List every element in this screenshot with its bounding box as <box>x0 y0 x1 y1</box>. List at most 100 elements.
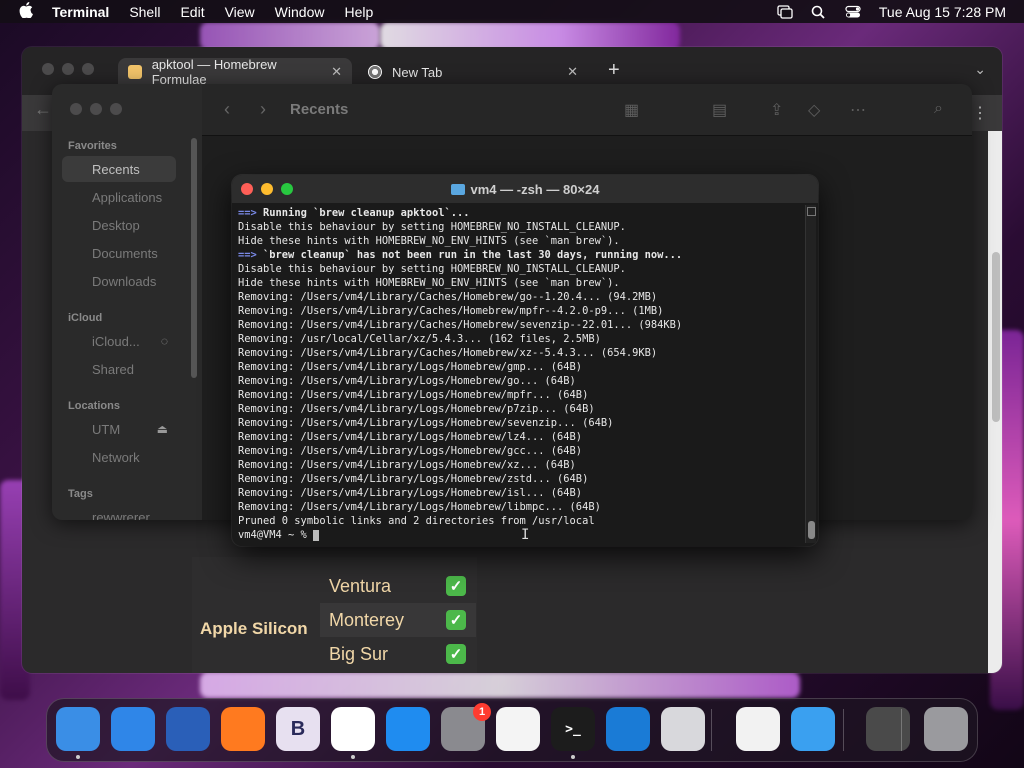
sidebar-scrollbar[interactable] <box>191 138 197 378</box>
system-settings-icon[interactable]: 1 <box>441 703 491 751</box>
close-tab-icon[interactable]: ✕ <box>331 64 342 80</box>
menu-clock[interactable]: Tue Aug 15 7:28 PM <box>879 4 1006 20</box>
apple-icon[interactable] <box>18 1 34 22</box>
terminal-line: Removing: /Users/vm4/Library/Logs/Homebr… <box>238 374 802 388</box>
terminal-line: Removing: /Users/vm4/Library/Logs/Homebr… <box>238 402 802 416</box>
share-icon[interactable]: ⇪ <box>770 100 783 120</box>
terminal-line-text: Disable this behaviour by setting HOMEBR… <box>238 263 626 275</box>
terminal-output[interactable]: ==> Running `brew cleanup apktool`... Dis… <box>238 206 802 542</box>
terminal-icon[interactable]: >_ <box>551 707 595 751</box>
action-menu-icon[interactable]: ⋯ <box>850 100 866 120</box>
minimize-button[interactable] <box>261 183 273 195</box>
app-store-icon[interactable] <box>386 707 430 751</box>
tab-apktool[interactable]: apktool — Homebrew Formulae ✕ <box>118 57 352 87</box>
sidebar-item-documents[interactable]: Documents <box>62 240 176 266</box>
terminal-line: Removing: /usr/local/Cellar/xz/5.4.3... … <box>238 332 802 346</box>
screen-mirroring-icon[interactable] <box>777 4 793 19</box>
view-grid-icon[interactable]: ▦ <box>624 100 639 120</box>
terminal-line-text: Removing: /Users/vm4/Library/Logs/Homebr… <box>238 375 576 387</box>
terminal-line: Removing: /Users/vm4/Library/Logs/Homebr… <box>238 430 802 444</box>
zoom-button[interactable] <box>110 103 122 115</box>
wallpaper-glow <box>200 22 380 50</box>
running-indicator <box>351 755 355 759</box>
search-icon[interactable]: ⌕ <box>934 100 943 118</box>
terminal-line-text: Removing: /Users/vm4/Library/Logs/Homebr… <box>238 417 614 429</box>
close-button[interactable] <box>70 103 82 115</box>
terminal-line-text: Removing: /Users/vm4/Library/Caches/Home… <box>238 319 683 331</box>
sidebar-item-recents[interactable]: Recents <box>62 156 176 182</box>
close-tab-icon[interactable]: ✕ <box>567 64 578 80</box>
utm-icon[interactable] <box>166 707 210 751</box>
terminal-line: Disable this behaviour by setting HOMEBR… <box>238 220 802 234</box>
scrollbar-thumb[interactable] <box>808 521 815 539</box>
firefox-icon[interactable] <box>221 707 265 751</box>
menu-window[interactable]: Window <box>275 4 325 20</box>
notification-badge: 1 <box>473 703 491 721</box>
vscode-icon[interactable] <box>606 707 650 751</box>
zoom-button[interactable] <box>281 183 293 195</box>
icloud-weather-icon[interactable] <box>791 707 835 751</box>
textedit-icon[interactable] <box>496 707 540 751</box>
terminal-title-bar[interactable]: vm4 — -zsh — 80×24 <box>232 175 818 203</box>
sidebar-item-label: Network <box>92 449 140 465</box>
shell-prompt[interactable]: vm4@VM4 ~ % <box>238 528 802 542</box>
terminal-line-text: Pruned 0 symbolic links and 2 directorie… <box>238 515 595 527</box>
terminal-scrollbar[interactable] <box>805 205 816 543</box>
minimize-button[interactable] <box>62 63 74 75</box>
control-center-icon[interactable] <box>845 5 861 19</box>
downloads-stack-icon[interactable] <box>866 707 910 751</box>
eject-icon[interactable]: ⏏ <box>157 422 168 436</box>
close-button[interactable] <box>241 183 253 195</box>
sidebar-item-desktop[interactable]: Desktop <box>62 212 176 238</box>
spotlight-search-icon[interactable] <box>811 5 827 19</box>
close-button[interactable] <box>42 63 54 75</box>
terminal-line: Hide these hints with HOMEBREW_NO_ENV_HI… <box>238 234 802 248</box>
forward-chevron-icon[interactable]: › <box>260 99 266 120</box>
more-menu-icon[interactable]: ⋮ <box>972 103 988 123</box>
sidebar-item-utm[interactable]: UTM ⏏ <box>62 416 176 442</box>
menu-shell[interactable]: Shell <box>129 4 160 20</box>
terminal-window-controls <box>241 183 293 195</box>
sidebar-item-icloud-drive[interactable]: iCloud... ◌ <box>62 328 176 354</box>
zoom-button[interactable] <box>82 63 94 75</box>
apple-silicon-label: Apple Silicon <box>200 619 308 638</box>
back-arrow-icon[interactable]: ← <box>34 99 52 120</box>
visual-studio-icon[interactable] <box>736 707 780 751</box>
bbedit-icon[interactable]: B <box>276 707 320 751</box>
table-row: Ventura ✓ <box>320 569 476 603</box>
sidebar-item-tag[interactable]: rewwrerer <box>62 504 176 521</box>
group-by-icon[interactable]: ▤ <box>712 100 727 120</box>
trash-icon[interactable] <box>924 707 968 751</box>
sidebar-item-applications[interactable]: Applications <box>62 184 176 210</box>
terminal-cursor <box>313 529 320 541</box>
sidebar-item-shared[interactable]: Shared <box>62 356 176 382</box>
sidebar-item-label: UTM <box>92 421 121 437</box>
terminal-line: Removing: /Users/vm4/Library/Logs/Homebr… <box>238 458 802 472</box>
prompt-arrow: ==> <box>238 249 257 261</box>
terminal-line: Removing: /Users/vm4/Library/Logs/Homebr… <box>238 486 802 500</box>
sidebar-item-label: Applications <box>92 189 163 205</box>
terminal-line: Disable this behaviour by setting HOMEBR… <box>238 262 802 276</box>
sidebar-item-network[interactable]: Network <box>62 444 176 470</box>
menu-app-name[interactable]: Terminal <box>52 4 109 20</box>
chrome-icon[interactable] <box>331 707 375 751</box>
checkmark-icon: ✓ <box>446 576 466 596</box>
menu-edit[interactable]: Edit <box>180 4 204 20</box>
new-tab-button[interactable]: + <box>608 59 620 82</box>
back-chevron-icon[interactable]: ‹ <box>224 99 230 120</box>
wallpaper-glow <box>380 22 680 50</box>
table-row: Big Sur ✓ <box>320 637 476 671</box>
launchpad-icon[interactable] <box>661 707 705 751</box>
minimize-button[interactable] <box>90 103 102 115</box>
tag-icon[interactable]: ◇ <box>808 100 820 120</box>
finder-icon[interactable] <box>56 707 100 751</box>
menu-help[interactable]: Help <box>344 4 373 20</box>
tab-search-chevron-icon[interactable]: ⌄ <box>974 61 986 78</box>
terminal-line: Removing: /Users/vm4/Library/Caches/Home… <box>238 290 802 304</box>
finder-title: Recents <box>290 101 349 118</box>
menu-view[interactable]: View <box>225 4 255 20</box>
tab-new-tab[interactable]: New Tab ✕ <box>358 58 588 86</box>
page-scrollbar[interactable] <box>992 252 1000 422</box>
sidebar-item-downloads[interactable]: Downloads <box>62 268 176 294</box>
safari-icon[interactable] <box>111 707 155 751</box>
